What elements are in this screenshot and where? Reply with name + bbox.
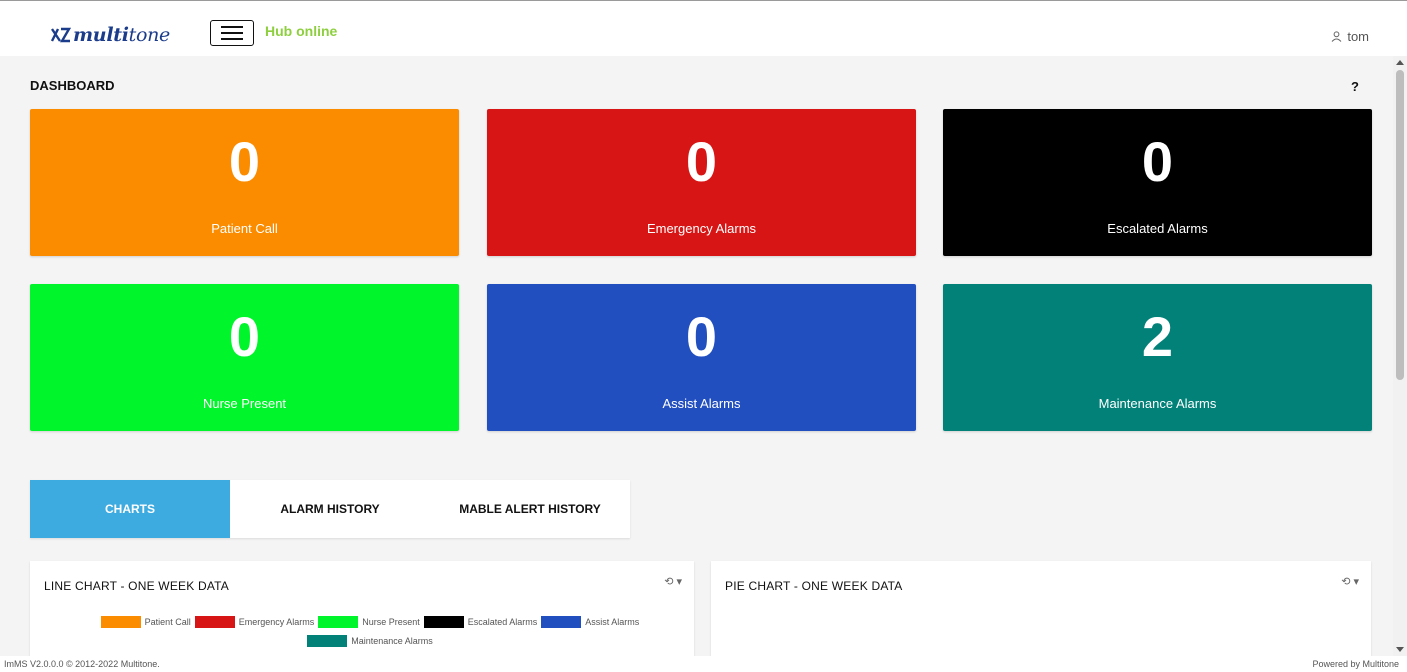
help-button[interactable]: ? bbox=[1351, 79, 1359, 94]
tile-count: 0 bbox=[228, 305, 261, 368]
pie-chart-menu-button[interactable]: ⟲ ▾ bbox=[1341, 575, 1359, 588]
tile-count: 2 bbox=[1141, 305, 1174, 368]
hub-status: Hub online bbox=[265, 23, 338, 39]
tab-mable-alert-history[interactable]: MABLE ALERT HISTORY bbox=[430, 480, 630, 538]
line-chart-menu-button[interactable]: ⟲ ▾ bbox=[664, 575, 682, 588]
line-chart-title: LINE CHART - ONE WEEK DATA bbox=[44, 579, 230, 593]
tile-maintenance-alarms[interactable]: 2 Maintenance Alarms bbox=[943, 284, 1372, 431]
legend-label: Assist Alarms bbox=[585, 617, 640, 627]
tab-alarm-history[interactable]: ALARM HISTORY bbox=[230, 480, 430, 538]
footer: ImMS V2.0.0.0 © 2012-2022 Multitone. Pow… bbox=[0, 656, 1407, 672]
tile-count: 0 bbox=[685, 305, 718, 368]
tile-label: Assist Alarms bbox=[662, 396, 741, 411]
tile-count: 0 bbox=[1141, 130, 1174, 193]
pie-chart-title: PIE CHART - ONE WEEK DATA bbox=[725, 579, 903, 593]
legend-label: Maintenance Alarms bbox=[351, 636, 433, 646]
footer-version: ImMS V2.0.0.0 © 2012-2022 Multitone. bbox=[4, 659, 160, 669]
multitone-logo-icon bbox=[50, 27, 72, 43]
user-menu[interactable]: tom bbox=[1331, 29, 1369, 44]
tile-label: Nurse Present bbox=[202, 396, 287, 411]
tile-count: 0 bbox=[228, 130, 261, 193]
tile-count: 0 bbox=[685, 130, 718, 193]
tab-charts[interactable]: CHARTS bbox=[30, 480, 230, 538]
legend-swatch bbox=[318, 616, 359, 628]
legend-swatch bbox=[100, 616, 141, 628]
tile-label: Maintenance Alarms bbox=[1098, 396, 1217, 411]
tile-nurse-present[interactable]: 0 Nurse Present bbox=[30, 284, 459, 431]
tile-assist-alarms[interactable]: 0 Assist Alarms bbox=[487, 284, 916, 431]
page-scrollbar[interactable] bbox=[1393, 56, 1407, 656]
user-icon bbox=[1331, 31, 1342, 42]
legend-item-maintenance-alarms[interactable]: Maintenance Alarms bbox=[307, 634, 433, 648]
scroll-thumb[interactable] bbox=[1396, 70, 1404, 380]
top-bar: multitone Hub online tom bbox=[0, 0, 1407, 56]
line-chart-legend: Patient Call Emergency Alarms Nurse Pres… bbox=[54, 615, 690, 648]
footer-powered-by: Powered by Multitone bbox=[1312, 659, 1399, 669]
dashboard-tabs: CHARTS ALARM HISTORY MABLE ALERT HISTORY bbox=[30, 480, 630, 538]
tile-label: Emergency Alarms bbox=[646, 221, 757, 236]
hamburger-menu-button[interactable] bbox=[210, 20, 254, 46]
dashboard-content: DASHBOARD ? 0 Patient Call 0 Emergency A… bbox=[0, 56, 1393, 656]
tile-emergency-alarms[interactable]: 0 Emergency Alarms bbox=[487, 109, 916, 256]
legend-item-emergency-alarms[interactable]: Emergency Alarms bbox=[194, 615, 315, 629]
legend-swatch bbox=[307, 635, 348, 647]
pie-chart-panel: PIE CHART - ONE WEEK DATA ⟲ ▾ bbox=[711, 561, 1371, 656]
legend-label: Emergency Alarms bbox=[238, 617, 315, 627]
scroll-down-arrow-icon[interactable] bbox=[1396, 647, 1404, 652]
scroll-up-arrow-icon[interactable] bbox=[1396, 60, 1404, 65]
legend-item-escalated-alarms[interactable]: Escalated Alarms bbox=[423, 615, 538, 629]
username: tom bbox=[1347, 29, 1369, 44]
legend-swatch bbox=[541, 616, 582, 628]
legend-label: Escalated Alarms bbox=[467, 617, 538, 627]
tile-label: Patient Call bbox=[211, 221, 278, 236]
legend-item-patient-call[interactable]: Patient Call bbox=[100, 615, 191, 629]
legend-label: Nurse Present bbox=[362, 617, 420, 627]
logo-wordmark: multitone bbox=[73, 24, 170, 46]
tile-label: Escalated Alarms bbox=[1107, 221, 1208, 236]
legend-item-assist-alarms[interactable]: Assist Alarms bbox=[541, 615, 639, 629]
line-chart-panel: LINE CHART - ONE WEEK DATA ⟲ ▾ Patient C… bbox=[30, 561, 694, 656]
page-title: DASHBOARD bbox=[30, 78, 115, 93]
tile-patient-call[interactable]: 0 Patient Call bbox=[30, 109, 459, 256]
multitone-logo[interactable]: multitone bbox=[50, 21, 170, 49]
tile-escalated-alarms[interactable]: 0 Escalated Alarms bbox=[943, 109, 1372, 256]
legend-item-nurse-present[interactable]: Nurse Present bbox=[318, 615, 420, 629]
legend-swatch bbox=[423, 616, 464, 628]
legend-label: Patient Call bbox=[144, 617, 191, 627]
legend-swatch bbox=[194, 616, 235, 628]
